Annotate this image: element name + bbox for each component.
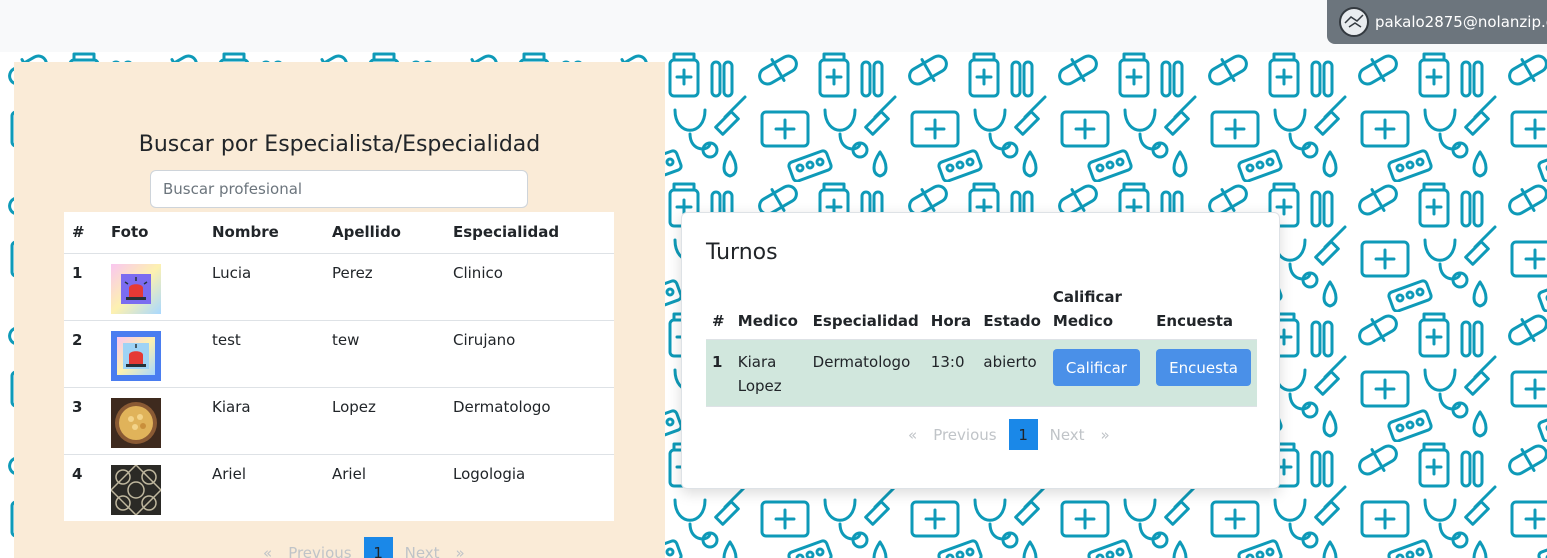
photo-cell: [103, 253, 204, 321]
nombre-cell: Kiara: [204, 387, 324, 455]
table-header-row: # Foto Nombre Apellido Especialidad: [64, 212, 614, 254]
food-bowl-photo: [111, 397, 161, 448]
calificar-button[interactable]: Calificar: [1052, 349, 1140, 386]
previous-link[interactable]: Previous: [925, 426, 1004, 444]
table-row[interactable]: 1 Lucia Perez Clinico: [64, 253, 614, 321]
turnos-title: Turnos: [706, 240, 778, 265]
header-medico: Medico: [737, 312, 798, 330]
especialidad-cell: Clinico: [445, 253, 614, 321]
prev-arrow-link[interactable]: «: [900, 426, 925, 444]
hora-cell: 13:0: [924, 339, 978, 407]
nombre-cell: Ariel: [212, 464, 246, 483]
nombre-cell: test: [204, 320, 324, 388]
photo-cell: [103, 454, 204, 521]
page-1-button[interactable]: 1: [363, 537, 393, 558]
encuesta-button[interactable]: Encuesta: [1156, 349, 1251, 386]
row-num: 1: [64, 253, 103, 321]
top-navbar: pakalo2875@nolanzip.com: [0, 0, 1547, 52]
next-link[interactable]: Next: [397, 544, 448, 558]
specialist-search-panel: Buscar por Especialista/Especialidad # F…: [14, 62, 665, 558]
turnos-pagination: « Previous 1 Next »: [900, 419, 1118, 450]
user-avatar-icon: [1339, 7, 1369, 37]
row-num: 1: [706, 339, 732, 407]
professionals-pagination: « Previous 1 Next »: [255, 537, 473, 558]
photo-cell: [103, 387, 204, 455]
row-num: 2: [64, 320, 103, 388]
header-nombre: Nombre: [204, 212, 324, 254]
header-especialidad: Especialidad: [445, 212, 614, 254]
especialidad-cell: Logologia: [453, 464, 526, 483]
header-num: #: [712, 312, 725, 330]
turnos-card: Turnos # Medico Especialidad Hora Estado…: [681, 212, 1280, 489]
siren-icon: [111, 330, 161, 381]
header-num: #: [64, 212, 103, 254]
header-apellido: Apellido: [324, 212, 445, 254]
search-input[interactable]: [150, 170, 528, 208]
header-calificar-medico: Calificar Medico: [1052, 288, 1122, 330]
especialidad-cell: Dermatologo: [806, 339, 925, 407]
nombre-cell: Lucia: [204, 253, 324, 321]
row-num: 4: [72, 464, 83, 483]
table-row[interactable]: 2 test tew Cirujano: [64, 320, 614, 388]
header-encuesta: Encuesta: [1156, 312, 1234, 330]
next-arrow-link[interactable]: »: [448, 544, 473, 558]
turnos-table: # Medico Especialidad Hora Estado Califi…: [706, 285, 1257, 407]
medico-cell: Kiara Lopez: [731, 339, 807, 407]
row-num: 3: [64, 387, 103, 455]
turnos-header-row: # Medico Especialidad Hora Estado Califi…: [706, 285, 1257, 340]
photo-cell: [103, 320, 204, 388]
prev-arrow-link[interactable]: «: [255, 544, 280, 558]
header-estado: Estado: [983, 312, 1041, 330]
header-especialidad: Especialidad: [812, 312, 919, 330]
pattern-tile-photo: [111, 464, 161, 515]
apellido-cell: Perez: [324, 253, 445, 321]
page-1-button[interactable]: 1: [1008, 419, 1038, 450]
apellido-cell: Lopez: [324, 387, 445, 455]
header-hora: Hora: [930, 312, 972, 330]
table-row[interactable]: 3 Kiara Lopez Dermatologo: [64, 387, 614, 455]
user-menu[interactable]: pakalo2875@nolanzip.com: [1327, 0, 1547, 44]
next-arrow-link[interactable]: »: [1093, 426, 1118, 444]
apellido-cell: Ariel: [332, 464, 366, 483]
calificar-cell: Calificar: [1046, 339, 1151, 407]
especialidad-cell: Dermatologo: [445, 387, 614, 455]
previous-link[interactable]: Previous: [280, 544, 359, 558]
especialidad-cell: Cirujano: [445, 320, 614, 388]
estado-cell: abierto: [977, 339, 1047, 407]
table-row[interactable]: 1 Kiara Lopez Dermatologo 13:0 abierto C…: [706, 339, 1257, 407]
siren-icon: [111, 263, 161, 314]
apellido-cell: tew: [324, 320, 445, 388]
encuesta-cell: Encuesta: [1150, 339, 1257, 407]
professionals-table: # Foto Nombre Apellido Especialidad 1 Lu…: [64, 212, 614, 521]
user-email: pakalo2875@nolanzip.com: [1375, 13, 1547, 31]
header-foto: Foto: [103, 212, 204, 254]
search-title: Buscar por Especialista/Especialidad: [138, 132, 541, 157]
table-row[interactable]: 4 Ariel Ariel Logologia: [64, 454, 614, 521]
next-link[interactable]: Next: [1042, 426, 1093, 444]
